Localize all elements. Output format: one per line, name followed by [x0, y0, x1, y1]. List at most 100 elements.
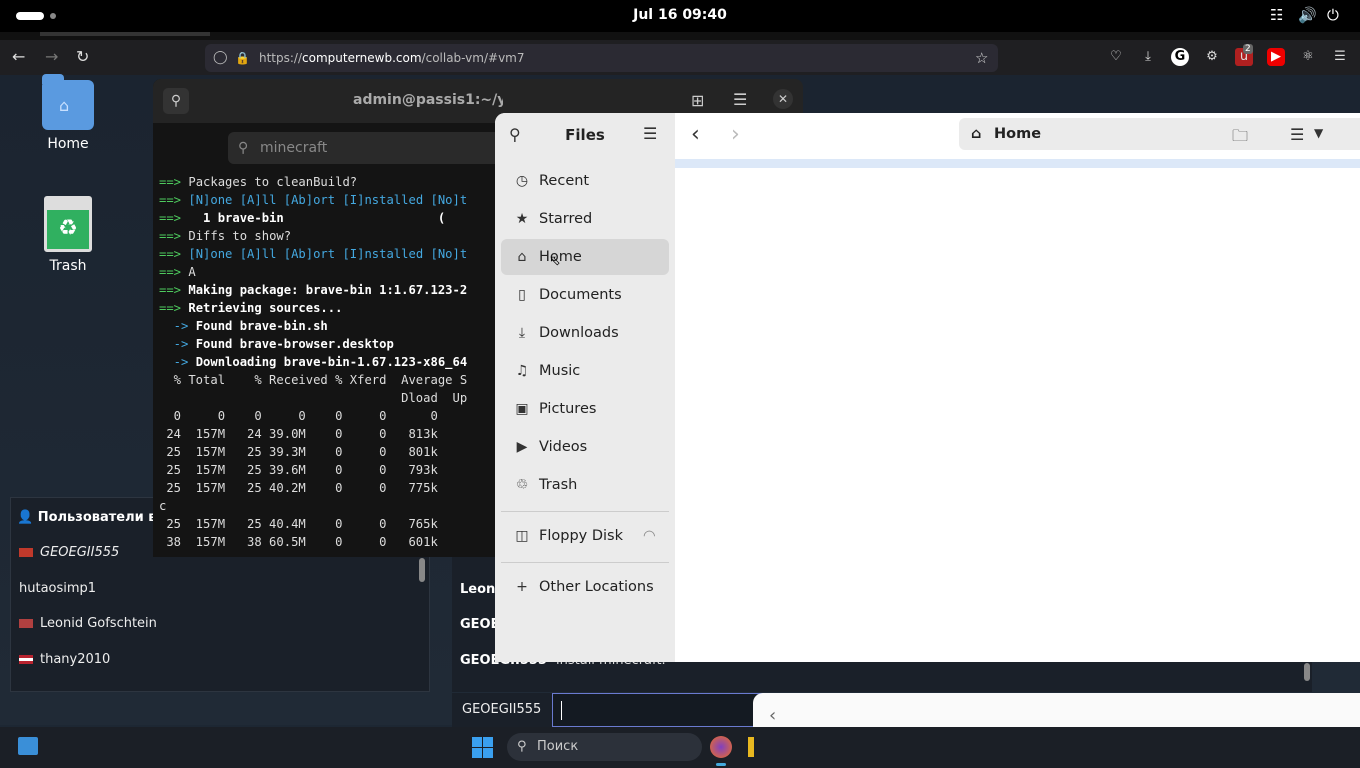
- terminal-line: 25 157M 25 40.4M 0 0 765k: [159, 517, 438, 531]
- sidebar-item-floppy[interactable]: ◫ Floppy Disk ◠: [501, 518, 669, 554]
- sidebar-item-label: Music: [539, 363, 581, 379]
- workspace-dot[interactable]: [50, 13, 56, 19]
- active-indicator: [716, 763, 726, 766]
- desktop-trash[interactable]: ♻ Trash: [23, 196, 113, 274]
- terminal-search-field[interactable]: ⚲ minecraft: [228, 132, 503, 164]
- sidebar-item-recent[interactable]: ◷ Recent: [501, 163, 669, 199]
- url-prefix: https://: [259, 51, 303, 65]
- files-title: Files: [565, 126, 605, 144]
- chat-message-user: GEOE: [460, 617, 500, 632]
- sidebar-item-videos[interactable]: ▶ Videos: [501, 429, 669, 465]
- terminal-line: ==> [N]one [A]ll [Ab]ort [I]nstalled [No…: [159, 247, 468, 261]
- vm-taskbar: ⚲ Поиск: [0, 727, 1360, 768]
- clock-icon: ◷: [515, 173, 529, 189]
- trash-bin-icon: ♻: [44, 196, 92, 252]
- music-icon: ♫: [515, 363, 529, 379]
- sidebar-item-label: Floppy Disk: [539, 528, 623, 544]
- terminal-line: -> Found brave-bin.sh: [159, 319, 328, 333]
- terminal-line: ==> 1 brave-bin (: [159, 211, 446, 225]
- new-tab-icon[interactable]: ⊞: [691, 91, 704, 110]
- user-item[interactable]: hutaosimp1: [19, 581, 319, 596]
- terminal-search-icon[interactable]: ⚲: [163, 88, 189, 114]
- chevron-down-icon[interactable]: ▼: [1314, 126, 1323, 140]
- power-icon[interactable]: ⏻: [1327, 6, 1339, 24]
- terminal-window[interactable]: ⚲ admin@passis1:~/yay ⚲ minecraft ==> Pa…: [153, 79, 503, 557]
- explorer-icon[interactable]: [748, 737, 754, 757]
- chat-username[interactable]: GEOEGII555: [462, 702, 541, 717]
- flag-icon: [19, 548, 33, 557]
- search-icon[interactable]: ⚲: [509, 125, 521, 144]
- chat-scrollbar[interactable]: [1304, 663, 1310, 681]
- downloads-icon[interactable]: ⤓: [1139, 48, 1157, 66]
- back-icon[interactable]: ‹: [691, 124, 700, 146]
- files-sidebar: ⚲ Files ☰ ◷ Recent ★ Starred ⌂ Home ▯ Documents…: [495, 113, 675, 662]
- loading-bar: [675, 159, 1360, 168]
- url-path: /collab-vm/#vm7: [421, 51, 525, 65]
- terminal-header: ⚲ admin@passis1:~/yay: [153, 79, 503, 123]
- activities-indicator[interactable]: [16, 12, 44, 20]
- sidebar-item-label: Documents: [539, 287, 622, 303]
- sidebar-item-pictures[interactable]: ▣ Pictures: [501, 391, 669, 427]
- flag-icon: [19, 655, 33, 664]
- sidebar-item-label: Recent: [539, 173, 590, 189]
- terminal-line: ==> Retrieving sources...: [159, 301, 343, 315]
- users-scrollbar[interactable]: [419, 558, 425, 582]
- system-top-bar: Jul 16 09:40 ☷ 🔊 ⏻: [0, 0, 1360, 32]
- start-icon[interactable]: [472, 737, 493, 758]
- terminal-line: ==> Making package: brave-bin 1:1.67.123…: [159, 283, 468, 297]
- download-icon: ⤓: [518, 325, 526, 341]
- menu-icon[interactable]: ☰: [1331, 48, 1349, 66]
- reload-icon[interactable]: ↻: [76, 47, 89, 66]
- sidebar-item-music[interactable]: ♫ Music: [501, 353, 669, 389]
- hamburger-menu-icon[interactable]: ☰: [643, 124, 657, 143]
- list-view-icon[interactable]: ☰: [1290, 125, 1304, 144]
- files-window[interactable]: ⚲ Files ☰ ◷ Recent ★ Starred ⌂ Home ▯ Documents…: [495, 113, 1360, 662]
- youtube-icon[interactable]: ▶: [1267, 48, 1285, 66]
- terminal-line: Dload Up: [159, 391, 468, 405]
- sidebar-item-other-locations[interactable]: + Other Locations: [501, 569, 669, 605]
- terminal-line: 25 157M 25 39.3M 0 0 801k: [159, 445, 438, 459]
- sidebar-item-documents[interactable]: ▯ Documents: [501, 277, 669, 313]
- terminal-line: 25 157M 25 40.2M 0 0 775k: [159, 481, 438, 495]
- forward-icon[interactable]: →: [45, 47, 58, 66]
- close-icon[interactable]: [1339, 123, 1360, 147]
- firefox-icon[interactable]: [710, 736, 732, 758]
- react-devtools-icon[interactable]: ⚛: [1299, 48, 1317, 66]
- home-icon: ⌂: [971, 126, 982, 142]
- video-icon: ▶: [516, 439, 528, 455]
- desktop-trash-label: Trash: [49, 258, 87, 274]
- folder-search-icon[interactable]: 🗀: [1232, 125, 1248, 152]
- back-icon[interactable]: ←: [12, 47, 25, 66]
- terminal-line: ==> Packages to cleanBuild?: [159, 175, 358, 189]
- account-icon[interactable]: G: [1171, 48, 1189, 66]
- sidebar-divider: [501, 562, 669, 563]
- terminal-line: ==> A: [159, 265, 196, 279]
- volume-icon[interactable]: 🔊: [1298, 6, 1317, 24]
- network-icon[interactable]: ☷: [1270, 6, 1283, 24]
- widgets-icon[interactable]: [18, 737, 38, 755]
- terminal-line: 38 157M 38 60.5M 0 0 601k: [159, 535, 438, 549]
- url-bar[interactable]: ◯ 🔒 https://computernewb.com/collab-vm/#…: [205, 44, 998, 72]
- taskbar-search[interactable]: ⚲ Поиск: [507, 733, 702, 761]
- sidebar-item-starred[interactable]: ★ Starred: [501, 201, 669, 237]
- browser-toolbar: ← → ↻ ◯ 🔒 https://computernewb.com/colla…: [0, 40, 1360, 75]
- clock[interactable]: Jul 16 09:40: [600, 7, 760, 23]
- document-icon: ▯: [518, 287, 526, 303]
- sidebar-item-downloads[interactable]: ⤓ Downloads: [501, 315, 669, 351]
- close-icon[interactable]: ✕: [773, 89, 793, 109]
- hamburger-menu-icon[interactable]: ☰: [733, 90, 747, 109]
- bookmark-star-icon[interactable]: ☆: [975, 44, 988, 72]
- pocket-icon[interactable]: ♡: [1107, 48, 1125, 66]
- forward-icon[interactable]: ›: [731, 124, 740, 146]
- plus-icon: +: [516, 579, 528, 595]
- user-item[interactable]: Leonid Gofschtein: [19, 616, 319, 631]
- files-content[interactable]: [675, 159, 1360, 662]
- search-icon: ⚲: [238, 140, 249, 156]
- desktop-home[interactable]: ⌂ Home: [23, 74, 113, 152]
- sidebar-item-home[interactable]: ⌂ Home: [501, 239, 669, 275]
- extensions-icon[interactable]: ⚙: [1203, 48, 1221, 66]
- chevron-left-icon[interactable]: ‹: [769, 705, 776, 726]
- user-item[interactable]: thany2010: [19, 652, 319, 667]
- terminal-output: ==> Packages to cleanBuild? ==> [N]one [A…: [159, 173, 503, 551]
- sidebar-item-trash[interactable]: ♲ Trash: [501, 467, 669, 503]
